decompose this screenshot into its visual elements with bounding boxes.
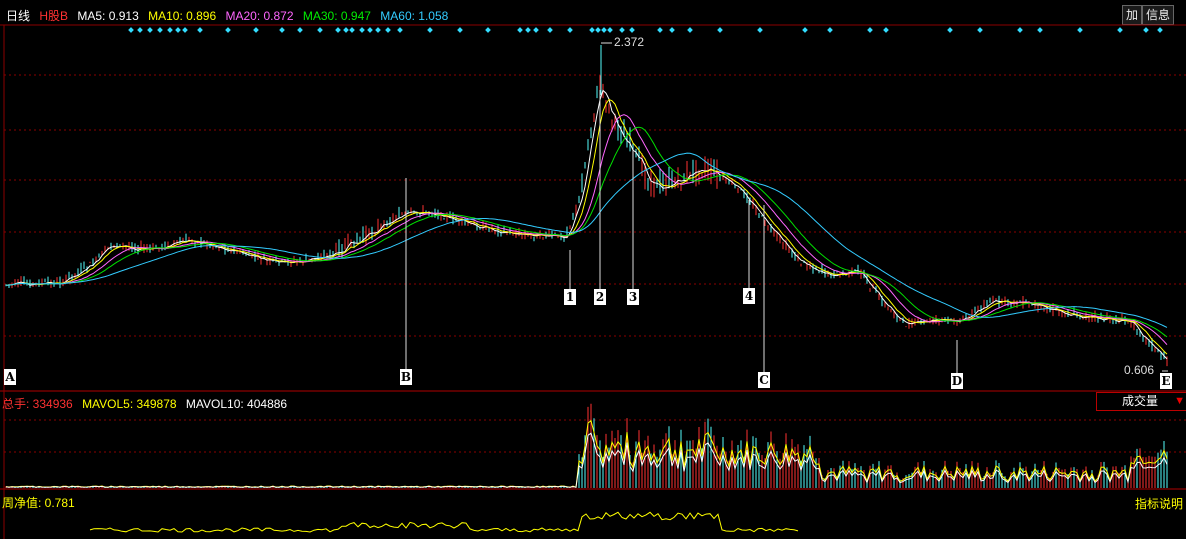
signal-diamond (567, 27, 573, 33)
signal-diamond (1077, 27, 1083, 33)
signal-diamond (175, 27, 181, 33)
signal-diamond (167, 27, 173, 33)
signal-diamond (977, 27, 983, 33)
signal-diamond (757, 27, 763, 33)
signal-diamond (687, 27, 693, 33)
marker-text: D (952, 374, 962, 388)
marker-text: C (759, 373, 769, 387)
volume-bars (5, 403, 1168, 488)
stock-chart-window: 日线 H股B MA5: 0.913 MA10: 0.896 MA20: 0.87… (0, 0, 1186, 539)
marker-1: 1 (564, 289, 576, 305)
marker-C: C (758, 372, 770, 388)
signal-diamond (375, 27, 381, 33)
signal-diamond (657, 27, 663, 33)
signal-diamond (589, 27, 595, 33)
signal-diamond (343, 27, 349, 33)
marker-text: E (1161, 374, 1170, 388)
signal-diamond (867, 27, 873, 33)
marker-A: A (4, 369, 16, 385)
marker-D: D (951, 373, 963, 389)
signal-diamond (525, 27, 531, 33)
signal-diamond (802, 27, 808, 33)
marker-2: 2 (594, 289, 606, 305)
signal-diamond (1157, 27, 1163, 33)
low-price-label: 0.606 (1124, 363, 1154, 377)
signal-diamond (182, 27, 188, 33)
ma20-line (5, 114, 1168, 346)
signal-diamond (547, 27, 553, 33)
signal-diamond (883, 27, 889, 33)
indicator-select[interactable]: 成交量 ▼ (1096, 392, 1186, 411)
total-volume-value: 334936 (32, 397, 73, 411)
mavol5-label: MAVOL5: 349878 (82, 397, 177, 411)
dropdown-arrow-icon[interactable]: ▼ (1149, 393, 1185, 410)
signal-diamond (595, 27, 601, 33)
signal-diamond (485, 27, 491, 33)
signal-diamond (147, 27, 153, 33)
signal-diamond (279, 27, 285, 33)
marker-text: 2 (596, 290, 604, 304)
signal-diamond (397, 27, 403, 33)
volume-header: 总手: 334936 MAVOL5: 349878 MAVOL10: 40488… (2, 395, 293, 412)
marker-B: B (400, 369, 412, 385)
signal-diamond (669, 27, 675, 33)
signal-diamond (947, 27, 953, 33)
weekly-nav-line (89, 511, 799, 533)
signal-diamond (137, 27, 143, 33)
marker-text: B (401, 370, 411, 384)
grid-lines (0, 24, 1186, 539)
indicator-line (89, 511, 799, 533)
signal-diamond (517, 27, 523, 33)
signal-diamond (359, 27, 365, 33)
signal-diamond (385, 27, 391, 33)
signal-diamond (317, 27, 323, 33)
signal-diamond (335, 27, 341, 33)
marker-text: 3 (629, 290, 637, 304)
signal-diamonds (128, 27, 1163, 33)
signal-diamond (1017, 27, 1023, 33)
signal-diamond (367, 27, 373, 33)
marker-E: E (1160, 373, 1172, 389)
signal-diamond (629, 27, 635, 33)
chart-canvas[interactable]: A B 1 2 3 4 C D E 2.372 0.606 (0, 0, 1186, 539)
signal-diamond (619, 27, 625, 33)
mavol10-label: MAVOL10: 404886 (185, 397, 288, 411)
signal-diamond (717, 27, 723, 33)
signal-diamond (601, 27, 607, 33)
signal-diamond (253, 27, 259, 33)
marker-text: 1 (566, 290, 574, 304)
weekly-nav-label: 周净值: 0.781 (2, 496, 75, 510)
marker-text: A (4, 370, 15, 384)
indicator-help-button[interactable]: 指标说明 (1135, 495, 1183, 512)
signal-diamond (297, 27, 303, 33)
signal-diamond (128, 27, 134, 33)
signal-diamond (827, 27, 833, 33)
signal-diamond (349, 27, 355, 33)
signal-diamond (1117, 27, 1123, 33)
signal-diamond (1143, 27, 1149, 33)
signal-diamond (225, 27, 231, 33)
signal-diamond (533, 27, 539, 33)
candlesticks (5, 42, 1168, 372)
marker-3: 3 (627, 289, 639, 305)
signal-diamond (157, 27, 163, 33)
indicator-header: 周净值: 0.781 (2, 494, 81, 511)
marker-4: 4 (743, 288, 755, 304)
pattern-markers: A B 1 2 3 4 C D E (4, 90, 1172, 389)
signal-diamond (457, 27, 463, 33)
marker-text: 4 (745, 289, 753, 303)
ma5-line (5, 89, 1168, 360)
signal-diamond (1037, 27, 1043, 33)
moving-average-lines (5, 89, 1168, 360)
total-volume-label: 总手: (2, 397, 33, 411)
high-price-label: 2.372 (614, 35, 644, 49)
signal-diamond (607, 27, 613, 33)
signal-diamond (197, 27, 203, 33)
signal-diamond (427, 27, 433, 33)
